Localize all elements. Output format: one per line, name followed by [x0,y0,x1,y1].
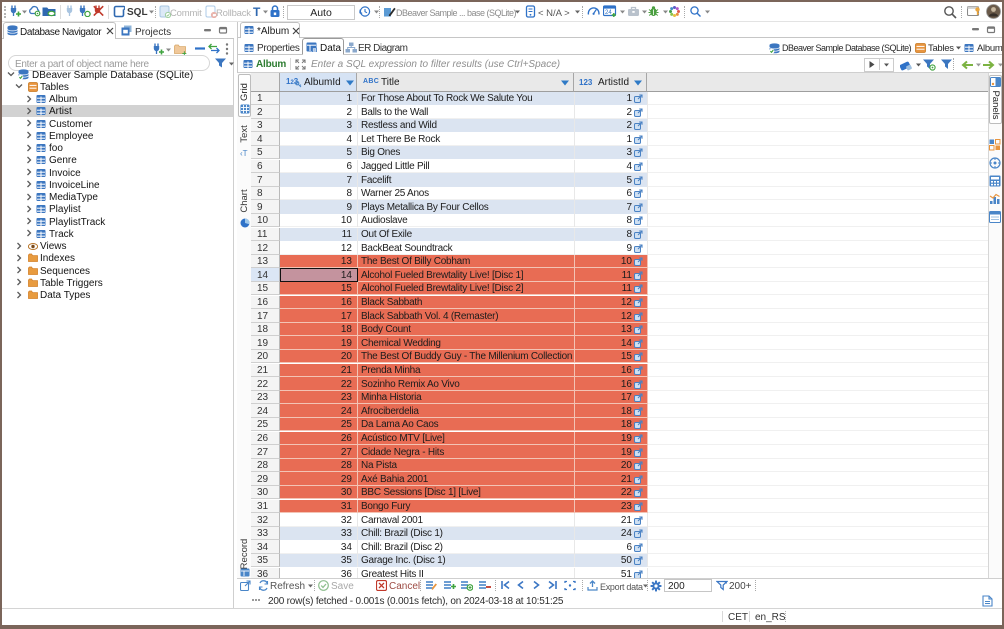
svg-text:‹T: ‹T [240,149,248,158]
svg-text:24: 24 [605,10,612,16]
